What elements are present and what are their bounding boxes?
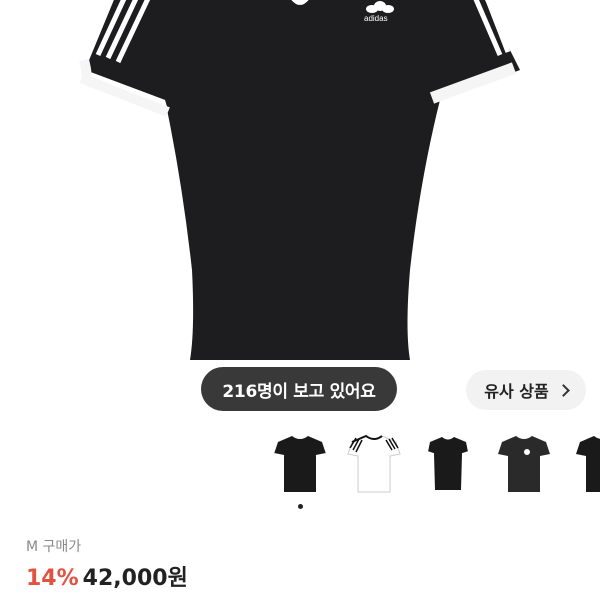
similar-products-label: 유사 상품 <box>484 382 549 401</box>
tshirt-thumb-icon <box>498 436 550 492</box>
thumbnail-item[interactable] <box>494 428 554 498</box>
viewers-count-badge: 216명이 보고 있어요 <box>201 367 397 411</box>
thumbnail-item[interactable] <box>418 428 478 498</box>
price-row: 14% 42,000원 <box>26 560 188 592</box>
tshirt-thumb-icon <box>427 437 469 490</box>
similar-products-button[interactable]: 유사 상품 <box>466 370 586 410</box>
thumbnail-item[interactable] <box>270 428 330 498</box>
price-label: M 구매가 <box>26 539 82 555</box>
viewers-count-text: 216명이 보고 있어요 <box>222 381 376 402</box>
thumbnail-item[interactable] <box>572 428 600 498</box>
tshirt-thumb-icon <box>576 436 600 492</box>
brand-logo-text: adidas <box>364 14 388 23</box>
carousel-indicator-dot <box>298 504 303 509</box>
discount-rate: 14% <box>26 566 79 591</box>
sale-price: 42,000원 <box>82 566 188 591</box>
tshirt-thumb-icon <box>273 436 327 492</box>
tshirt-thumb-icon <box>347 434 401 493</box>
tshirt-illustration <box>79 0 520 360</box>
chevron-right-icon <box>556 384 570 397</box>
thumbnail-item[interactable] <box>344 428 404 498</box>
product-hero-image: adidas <box>0 0 600 420</box>
thumbnail-strip <box>0 428 600 508</box>
